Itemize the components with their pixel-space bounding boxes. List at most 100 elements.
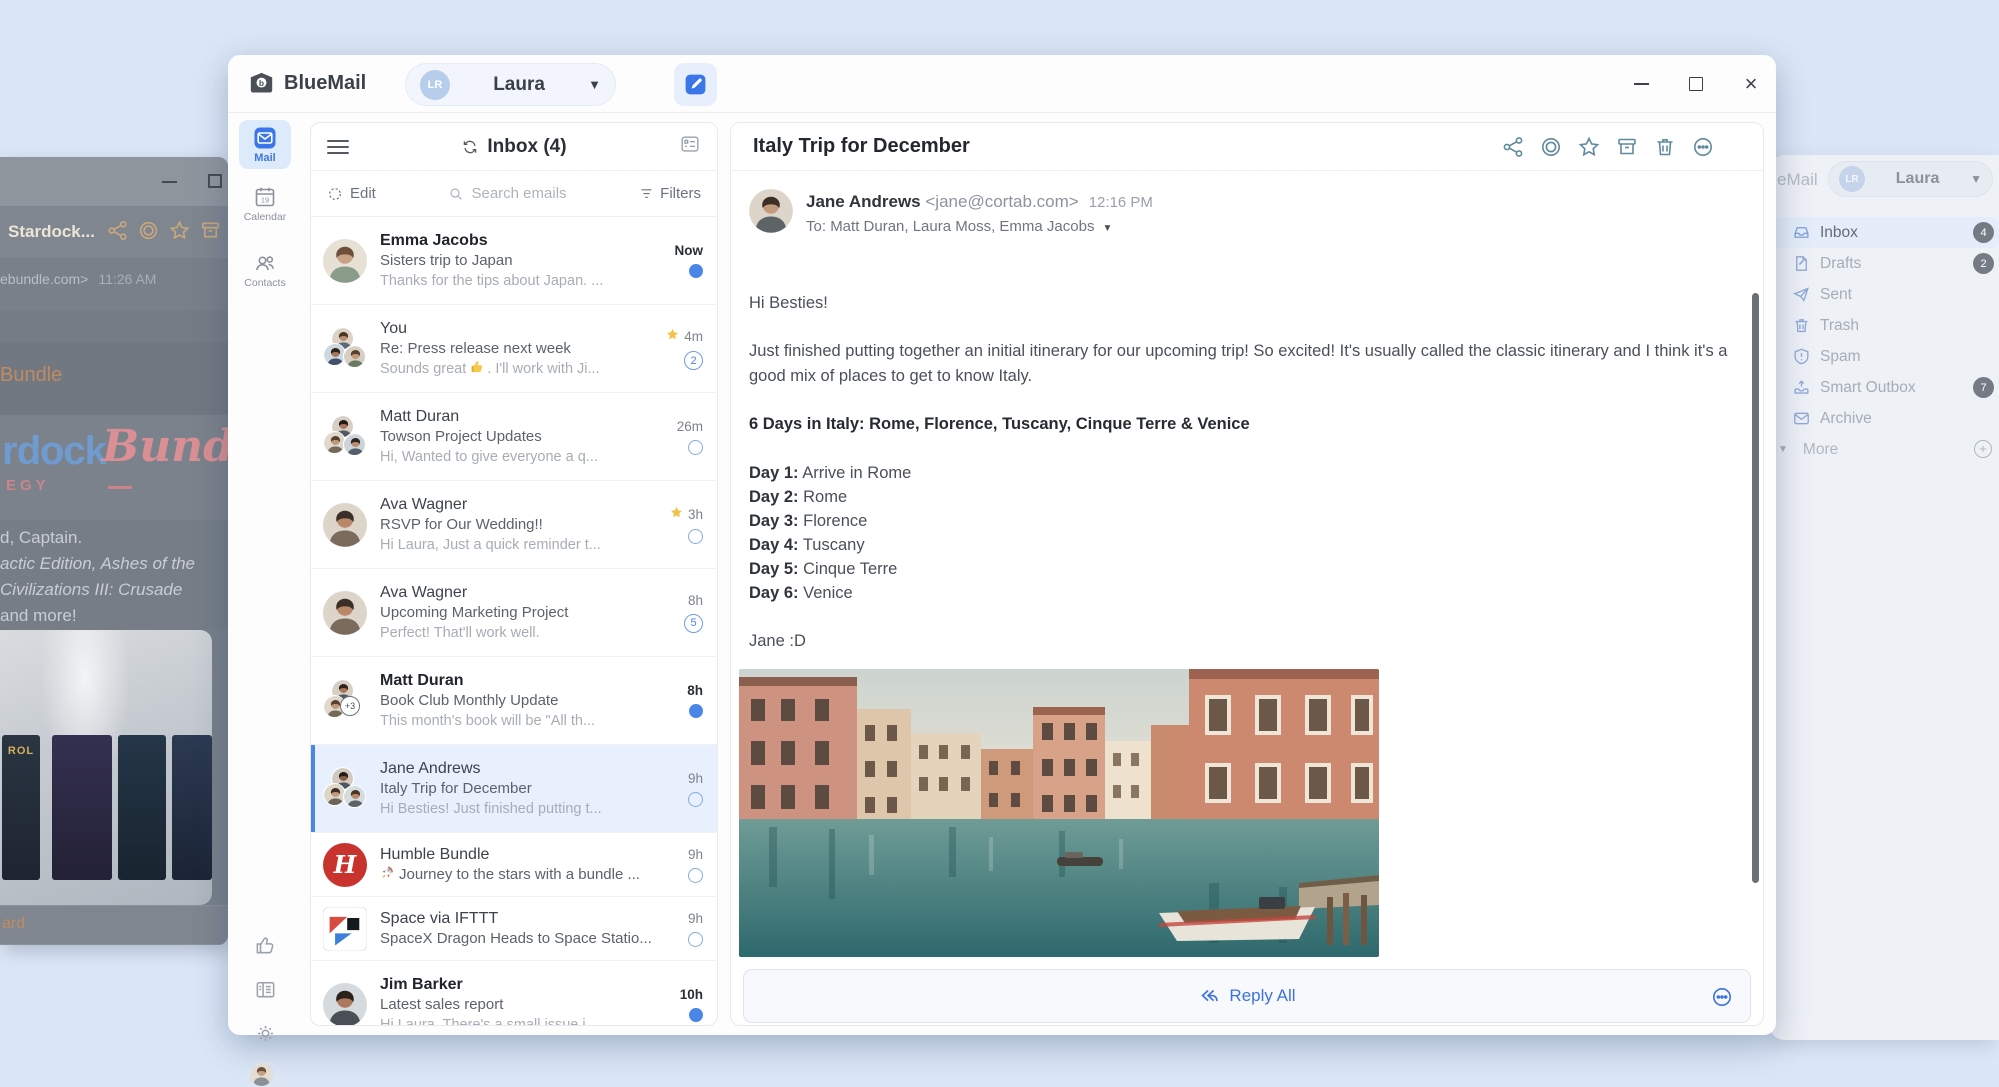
- sent-time: 12:16 PM: [1089, 194, 1153, 211]
- reply-more-options-icon[interactable]: [1710, 985, 1734, 1014]
- email-list-item[interactable]: Matt DuranTowson Project UpdatesHi, Want…: [311, 393, 717, 481]
- record-icon[interactable]: [1539, 135, 1563, 159]
- account-switcher[interactable]: LR Laura ▼: [405, 63, 616, 106]
- user-avatar[interactable]: [228, 1062, 302, 1087]
- email-list-item[interactable]: Jane AndrewsItaly Trip for DecemberHi Be…: [311, 745, 717, 833]
- menu-icon[interactable]: [327, 136, 349, 158]
- sender-avatar-group[interactable]: [323, 415, 367, 459]
- sender-avatar-group[interactable]: [323, 767, 367, 811]
- rail-item-calendar[interactable]: 19 Calendar: [228, 185, 302, 223]
- edit-button[interactable]: Edit: [327, 185, 376, 202]
- reading-pane-icon[interactable]: [228, 978, 302, 1001]
- group-member-avatar: [343, 785, 366, 808]
- close-button[interactable]: ×: [1736, 71, 1766, 97]
- folder-item-drafts[interactable]: Drafts2: [1770, 248, 1999, 279]
- sender-avatar-group[interactable]: [323, 327, 367, 371]
- reader-scrollbar[interactable]: [1752, 293, 1759, 883]
- email-list-item[interactable]: YouRe: Press release next weekSounds gre…: [311, 305, 717, 393]
- minimize-icon[interactable]: [162, 181, 177, 183]
- email-list-item[interactable]: Jim BarkerLatest sales reportHi Laura, T…: [311, 961, 717, 1026]
- maximize-button[interactable]: [1681, 71, 1711, 97]
- folder-item-spam[interactable]: Spam: [1770, 341, 1999, 372]
- star-icon[interactable]: [669, 505, 684, 523]
- email-texts: Jim BarkerLatest sales reportHi Laura, T…: [380, 974, 651, 1026]
- background-window-bluemail-folders[interactable]: eMail LR Laura ▼ Inbox4Drafts2SentTrashS…: [1770, 155, 1999, 1040]
- star-icon[interactable]: [1577, 135, 1601, 159]
- email-time: 9h: [688, 911, 703, 926]
- read-indicator[interactable]: [689, 1008, 703, 1022]
- inbox-icon: [1792, 223, 1811, 242]
- sender-avatar[interactable]: [323, 503, 367, 547]
- filters-button[interactable]: Filters: [639, 185, 701, 202]
- rail-item-mail[interactable]: Mail: [239, 120, 291, 169]
- trash-icon[interactable]: [1653, 135, 1677, 159]
- read-indicator[interactable]: [688, 792, 703, 807]
- folder-item-more[interactable]: ▼More+: [1770, 434, 1999, 465]
- read-indicator[interactable]: [688, 529, 703, 544]
- bg-left-footer-link[interactable]: ard: [2, 915, 25, 933]
- background-window-stardock-email[interactable]: Stardock... ebundle.com>11:26 AM Bundle …: [0, 157, 228, 945]
- inbox-title-wrap: Inbox (4): [349, 136, 679, 158]
- view-options-icon[interactable]: [679, 133, 701, 160]
- email-list-item[interactable]: +3Matt DuranBook Club Monthly UpdateThis…: [311, 657, 717, 745]
- rail-label-mail: Mail: [254, 152, 275, 164]
- email-list-item[interactable]: Space via IFTTTSpaceX Dragon Heads to Sp…: [311, 897, 717, 961]
- read-indicator[interactable]: 2: [684, 351, 703, 370]
- rail-item-contacts[interactable]: Contacts: [228, 251, 302, 289]
- folder-item-archive[interactable]: Archive: [1770, 403, 1999, 434]
- email-list-item[interactable]: Emma JacobsSisters trip to JapanThanks f…: [311, 217, 717, 305]
- folder-item-smart-outbox[interactable]: Smart Outbox7: [1770, 372, 1999, 403]
- ifttt-logo-icon: [323, 907, 367, 951]
- recipients: Matt Duran, Laura Moss, Emma Jacobs: [830, 218, 1094, 235]
- star-icon[interactable]: [168, 219, 191, 242]
- draft-icon: [1792, 254, 1811, 273]
- bg-left-body-line: Civilizations III: Crusade: [0, 580, 228, 600]
- more-options-icon[interactable]: [1691, 135, 1715, 159]
- settings-gear-icon[interactable]: [228, 1022, 302, 1045]
- minimize-button[interactable]: [1626, 71, 1656, 97]
- add-folder-icon[interactable]: +: [1974, 440, 1992, 458]
- archive-icon[interactable]: [199, 219, 222, 242]
- sender-avatar[interactable]: [749, 189, 793, 233]
- venice-photo[interactable]: [739, 669, 1379, 957]
- share-icon[interactable]: [1501, 135, 1525, 159]
- maximize-icon[interactable]: [208, 174, 222, 188]
- feedback-thumbs-up-icon[interactable]: [228, 934, 302, 957]
- read-indicator[interactable]: [688, 440, 703, 455]
- sender-avatar[interactable]: [323, 983, 367, 1027]
- sender-avatar[interactable]: H: [323, 843, 367, 887]
- compose-button[interactable]: [674, 63, 717, 106]
- titlebar: b BlueMail LR Laura ▼ ×: [228, 55, 1776, 113]
- sender-avatar[interactable]: [323, 907, 367, 951]
- email-preview: This month's book will be "All th...: [380, 711, 651, 731]
- bg-right-account-switcher[interactable]: LR Laura ▼: [1828, 161, 1993, 197]
- email-texts: Humble BundleJourney to the stars with a…: [380, 844, 651, 886]
- sender-avatar-group[interactable]: +3: [323, 679, 367, 723]
- search-input[interactable]: Search emails: [376, 185, 639, 202]
- read-indicator[interactable]: [688, 932, 703, 947]
- read-indicator[interactable]: 5: [684, 614, 703, 633]
- sender-avatar[interactable]: [323, 591, 367, 635]
- read-indicator[interactable]: [689, 264, 703, 278]
- folder-item-trash[interactable]: Trash: [1770, 310, 1999, 341]
- folder-item-sent[interactable]: Sent: [1770, 279, 1999, 310]
- sender-avatar[interactable]: [323, 239, 367, 283]
- email-meta: 8h5: [651, 593, 703, 633]
- email-list-item[interactable]: Ava WagnerUpcoming Marketing ProjectPerf…: [311, 569, 717, 657]
- share-icon[interactable]: [106, 219, 129, 242]
- folder-item-inbox[interactable]: Inbox4: [1770, 217, 1999, 248]
- reply-all-button[interactable]: Reply All: [743, 969, 1751, 1023]
- app-name: BlueMail: [284, 72, 366, 95]
- email-subject: Journey to the stars with a bundle ...: [380, 865, 651, 886]
- record-icon[interactable]: [137, 219, 160, 242]
- read-indicator[interactable]: [688, 868, 703, 883]
- refresh-icon[interactable]: [461, 138, 479, 156]
- email-sender: You: [380, 318, 651, 339]
- email-list-item[interactable]: H Humble BundleJourney to the stars with …: [311, 833, 717, 897]
- archive-icon[interactable]: [1615, 135, 1639, 159]
- read-indicator[interactable]: [689, 704, 703, 718]
- email-list-item[interactable]: Ava WagnerRSVP for Our Wedding!!Hi Laura…: [311, 481, 717, 569]
- chevron-down-icon: ▼: [1102, 223, 1112, 234]
- recipients-row[interactable]: To: Matt Duran, Laura Moss, Emma Jacobs▼: [806, 218, 1153, 235]
- star-icon[interactable]: [665, 327, 680, 345]
